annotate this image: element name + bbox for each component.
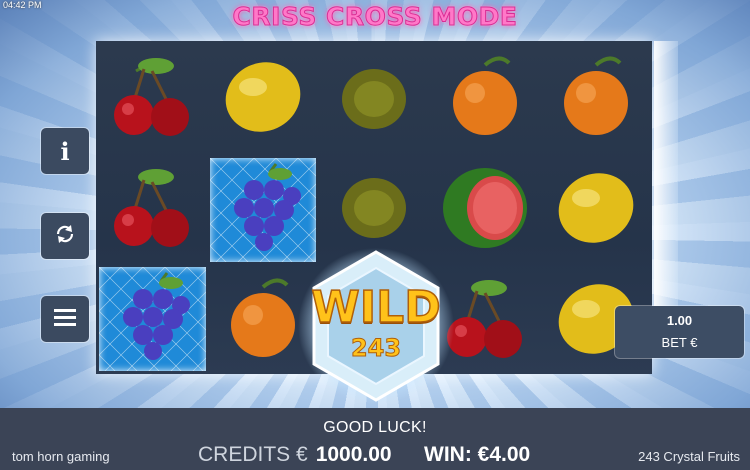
symbol-cherry bbox=[96, 152, 207, 263]
bottom-bar: GOOD LUCK! tom horn gaming CREDITS € 1000… bbox=[0, 408, 750, 470]
bet-label: BET € bbox=[661, 335, 698, 350]
win-label: WIN: bbox=[424, 443, 472, 466]
symbol-lemon bbox=[207, 41, 318, 152]
symbol-orange bbox=[540, 41, 651, 152]
credits-label: CREDITS € bbox=[198, 443, 308, 466]
bet-selector[interactable]: 1.00 BET € bbox=[615, 306, 744, 358]
bet-value: 1.00 bbox=[666, 313, 693, 328]
menu-button[interactable] bbox=[41, 296, 89, 342]
hamburger-menu-icon bbox=[54, 308, 76, 331]
reel-frame-edge bbox=[654, 41, 678, 306]
credits-display: CREDITS € 1000.00 bbox=[198, 443, 392, 467]
info-icon: i bbox=[60, 136, 70, 166]
page-title: CRISS CROSS MODE bbox=[232, 2, 518, 32]
credits-value: 1000.00 bbox=[315, 443, 392, 466]
symbol-kiwi bbox=[318, 41, 429, 152]
autoplay-button[interactable] bbox=[41, 213, 89, 259]
brand-label: tom horn gaming bbox=[12, 449, 110, 464]
game-name-label: 243 Crystal Fruits bbox=[638, 449, 740, 464]
symbol-grapes-frozen bbox=[99, 267, 206, 371]
wild-number: 243 bbox=[350, 334, 402, 363]
symbol-cherry bbox=[96, 41, 207, 152]
status-message: GOOD LUCK! bbox=[323, 419, 427, 436]
win-display: WIN: €4.00 bbox=[424, 443, 530, 467]
win-value: €4.00 bbox=[477, 443, 531, 466]
autoplay-icon bbox=[53, 222, 77, 251]
symbol-orange bbox=[429, 41, 540, 152]
symbol-lemon bbox=[540, 152, 651, 263]
info-button[interactable]: i bbox=[41, 128, 89, 174]
symbol-wild: WILD 243 bbox=[298, 246, 454, 404]
wild-word: WILD bbox=[311, 281, 442, 334]
